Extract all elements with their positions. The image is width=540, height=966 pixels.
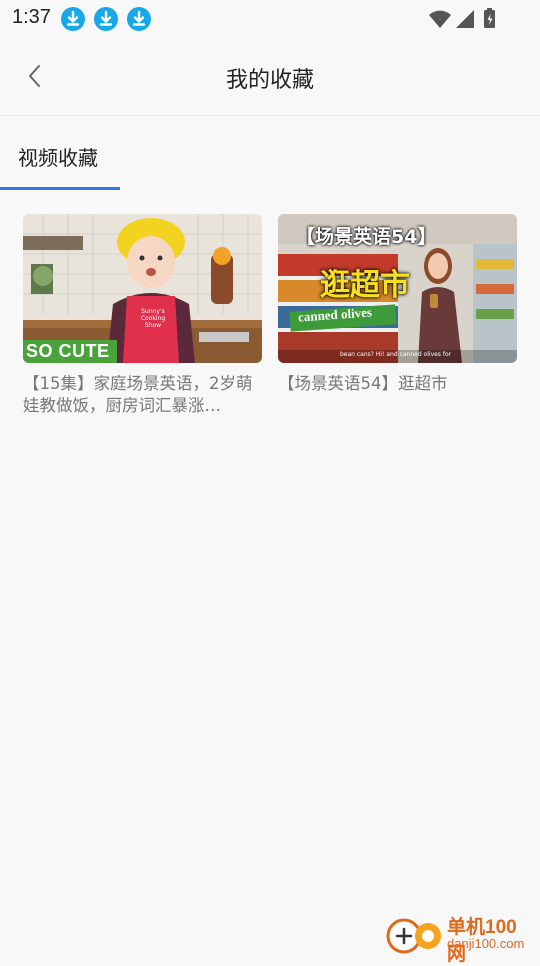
watermark-logo: 单机100网 danji100.com	[384, 912, 534, 965]
battery-icon	[484, 8, 495, 28]
thumbnail-caption-text: bean cans? Hi! and canned olives for	[340, 351, 452, 358]
video-card[interactable]: SO CUTE Sunny's Cooking Show 【15集】家庭场景英语…	[23, 214, 262, 417]
download-icon	[127, 7, 151, 31]
thumbnail-title-text: 【场景英语54】	[296, 226, 437, 248]
apron-text: Sunny's Cooking Show	[140, 308, 166, 329]
video-card[interactable]: 【场景英语54】 逛超市 canned olives bean cans? Hi…	[278, 214, 517, 395]
tab-video-favorites[interactable]: 视频收藏	[18, 142, 98, 171]
tab-bar: 视频收藏	[0, 116, 540, 192]
thumbnail-badge: SO CUTE	[26, 341, 110, 361]
video-thumbnail[interactable]: 【场景英语54】 逛超市 canned olives bean cans? Hi…	[278, 214, 517, 363]
watermark-domain: danji100.com	[447, 936, 525, 951]
status-bar: 1:37	[0, 0, 540, 38]
tab-active-indicator	[0, 187, 120, 190]
download-icon	[94, 7, 118, 31]
thumbnail-heading-text: 逛超市	[320, 268, 410, 303]
header-bar: 我的收藏	[0, 38, 540, 116]
video-title[interactable]: 【场景英语54】逛超市	[278, 373, 517, 395]
video-thumbnail[interactable]: SO CUTE Sunny's Cooking Show	[23, 214, 262, 363]
download-icon	[61, 7, 85, 31]
video-title[interactable]: 【15集】家庭场景英语，2岁萌娃教做饭，厨房词汇暴涨…	[23, 373, 262, 417]
watermark-logo-icon	[386, 918, 441, 954]
system-icons	[428, 7, 500, 35]
status-time: 1:37	[12, 6, 51, 28]
wifi-icon	[429, 10, 451, 28]
signal-icon	[456, 10, 474, 28]
page-title: 我的收藏	[225, 68, 314, 93]
